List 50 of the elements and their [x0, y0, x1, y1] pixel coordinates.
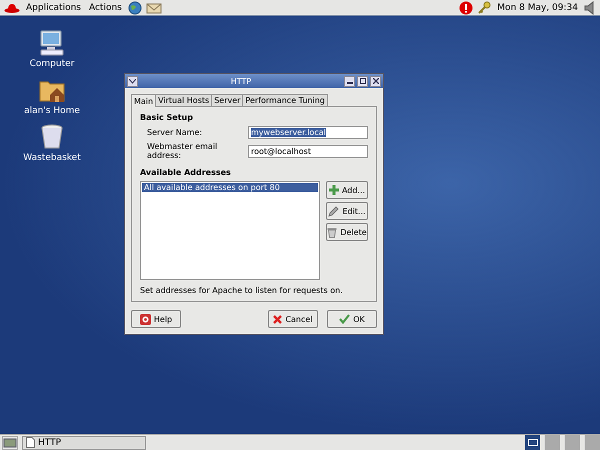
menu-item[interactable]: Actions [86, 2, 124, 12]
action-button[interactable]: Add... [326, 181, 368, 199]
dialog-button[interactable]: Help [131, 310, 181, 328]
close-icon [372, 78, 378, 84]
desktop-icon-label[interactable]: Wastebasket [23, 153, 81, 163]
field-label: Server Name: [147, 128, 204, 137]
desktop-icon-label[interactable]: Computer [30, 59, 74, 69]
action-button[interactable]: Edit... [326, 202, 368, 220]
checkmark-icon [339, 314, 350, 324]
text-field[interactable]: root@localhost [248, 144, 368, 158]
dialog-button[interactable]: Cancel [268, 310, 318, 328]
tab[interactable]: Virtual Hosts [155, 94, 212, 106]
tab[interactable]: Server [211, 94, 244, 106]
chevron-icon [129, 78, 136, 84]
key-icon[interactable] [477, 0, 492, 14]
cross-icon [273, 314, 282, 324]
lifebuoy-icon [140, 314, 151, 324]
plus-icon [328, 185, 339, 195]
computer-icon[interactable] [38, 30, 66, 56]
taskbar-button[interactable]: HTTP [22, 436, 146, 450]
maximize-button[interactable] [357, 76, 368, 86]
dialog-button[interactable]: OK [327, 310, 377, 328]
list-item[interactable]: All available addresses on port 80 [142, 183, 318, 192]
section-heading: Available Addresses [140, 168, 232, 177]
window-menu-button[interactable] [127, 76, 138, 86]
text-field[interactable]: mywebserver.local [248, 126, 368, 139]
minimize-button[interactable] [344, 76, 355, 86]
hint-text: Set addresses for Apache to listen for requests on. [140, 286, 344, 295]
desktop-icon-label[interactable]: alan's Home [24, 106, 80, 116]
section-heading: Basic Setup [140, 113, 194, 122]
maximize-icon [360, 78, 366, 84]
close-button[interactable] [370, 76, 381, 86]
pencil-icon [328, 206, 340, 216]
trash-icon [327, 226, 338, 238]
menu-item[interactable]: Applications [24, 2, 83, 12]
tab[interactable]: Main [131, 94, 156, 107]
workspace-button[interactable] [524, 434, 540, 450]
desktop-icon [3, 438, 17, 448]
document-icon [26, 437, 35, 448]
action-button[interactable]: Delete [326, 223, 368, 241]
window-title: HTTP [230, 76, 252, 86]
show-desktop-button[interactable] [2, 436, 18, 450]
globe-icon[interactable] [128, 0, 142, 14]
field-label: Webmaster email address: [147, 142, 218, 160]
mail-icon[interactable] [146, 0, 162, 14]
alert-icon[interactable] [459, 0, 474, 14]
speaker-icon[interactable] [584, 0, 596, 14]
clock[interactable]: Mon 8 May, 09:34 [497, 2, 578, 12]
hat-icon[interactable] [4, 2, 20, 14]
tab[interactable]: Performance Tuning [242, 94, 328, 106]
